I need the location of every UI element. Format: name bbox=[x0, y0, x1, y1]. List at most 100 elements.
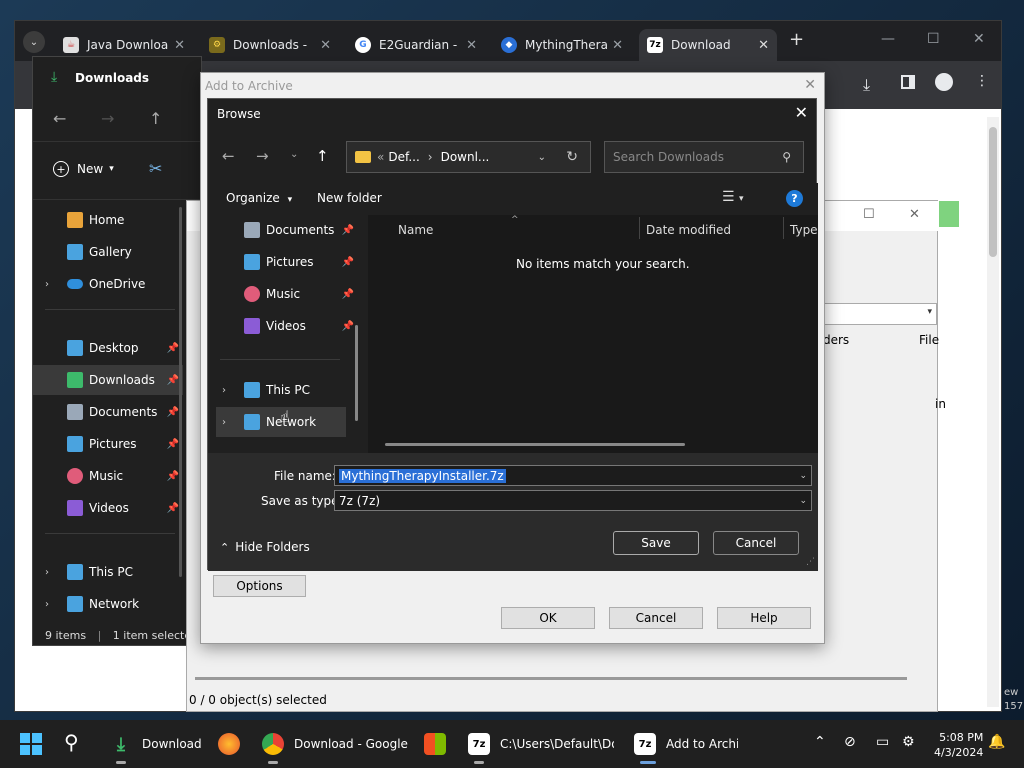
expand-chevron-icon[interactable]: › bbox=[45, 599, 49, 610]
tab-search-button[interactable]: ⌄ bbox=[23, 31, 45, 53]
resize-grip-icon[interactable]: ⋰ bbox=[806, 557, 815, 567]
save-button[interactable]: Save bbox=[613, 531, 699, 555]
tree-item-documents[interactable]: Documents 📌 bbox=[216, 215, 356, 245]
show-hidden-icons[interactable]: ⌃ bbox=[814, 734, 826, 750]
search-icon[interactable]: ⚲ bbox=[64, 730, 79, 754]
taskbar-item-7zip-fm[interactable]: 7z C:\Users\Default\Do bbox=[468, 720, 614, 768]
settings-icon[interactable]: ⚙ bbox=[902, 734, 915, 750]
fm-scrollbar[interactable] bbox=[195, 677, 907, 680]
tab-e2guardian[interactable]: G E2Guardian - ✕ bbox=[347, 29, 485, 61]
clock[interactable]: 5:08 PM 4/3/2024 bbox=[934, 730, 983, 760]
cancel-button[interactable]: Cancel bbox=[609, 607, 703, 629]
organize-button[interactable]: Organize ▾ bbox=[226, 191, 292, 205]
page-scrollbar[interactable] bbox=[987, 117, 999, 707]
back-icon[interactable]: ← bbox=[53, 109, 66, 128]
up-icon[interactable]: ↑ bbox=[316, 147, 329, 165]
nav-item-network[interactable]: › Network bbox=[33, 589, 183, 619]
close-tab-icon[interactable]: ✕ bbox=[466, 38, 477, 53]
profile-icon[interactable] bbox=[935, 73, 953, 91]
cut-icon[interactable]: ✂ bbox=[149, 159, 162, 178]
nav-scrollbar[interactable] bbox=[179, 207, 182, 577]
display-icon[interactable]: ▭ bbox=[876, 734, 889, 750]
expand-chevron-icon[interactable]: › bbox=[45, 567, 49, 578]
nav-item-home[interactable]: Home bbox=[33, 205, 183, 235]
expand-chevron-icon[interactable]: › bbox=[222, 385, 226, 396]
expand-chevron-icon[interactable]: › bbox=[45, 279, 49, 290]
scrollbar-thumb[interactable] bbox=[989, 127, 997, 257]
fm-col-file[interactable]: File bbox=[919, 333, 939, 347]
taskbar-item-chrome[interactable]: Download - Google C bbox=[262, 720, 408, 768]
tree-scrollbar[interactable] bbox=[355, 325, 358, 421]
start-icon[interactable] bbox=[20, 733, 42, 755]
fm-path-combo[interactable]: ▾ bbox=[823, 303, 937, 325]
nav-item-pictures[interactable]: Pictures 📌 bbox=[33, 429, 183, 459]
taskbar-item-explorer[interactable]: ⤓ Download bbox=[110, 720, 204, 768]
breadcrumb-overflow[interactable]: « bbox=[377, 150, 384, 164]
chrome-menu-icon[interactable]: ⋮ bbox=[975, 73, 989, 89]
nav-item-onedrive[interactable]: › OneDrive bbox=[33, 269, 183, 299]
close-tab-icon[interactable]: ✕ bbox=[758, 38, 769, 53]
search-input[interactable]: Search Downloads ⚲ bbox=[604, 141, 804, 173]
address-bar[interactable]: « Def... › Downl... ⌄ ↻ bbox=[346, 141, 591, 173]
tree-item-pictures[interactable]: Pictures 📌 bbox=[216, 247, 356, 277]
column-name[interactable]: Name bbox=[398, 223, 433, 237]
view-options-icon[interactable]: ☰ ▾ bbox=[722, 189, 744, 205]
hide-folders-button[interactable]: ⌃ Hide Folders bbox=[220, 540, 310, 554]
minimize-icon[interactable]: — bbox=[881, 31, 895, 47]
expand-chevron-icon[interactable]: › bbox=[222, 417, 226, 428]
forward-icon[interactable]: → bbox=[256, 147, 269, 165]
fm-maximize-icon[interactable]: ☐ bbox=[863, 207, 875, 222]
recent-locations-icon[interactable]: ⌄ bbox=[290, 149, 298, 160]
taskbar-item-firefox[interactable] bbox=[218, 720, 246, 768]
close-tab-icon[interactable]: ✕ bbox=[320, 38, 331, 53]
help-icon[interactable]: ? bbox=[786, 190, 803, 207]
column-date-modified[interactable]: Date modified bbox=[646, 223, 731, 237]
maximize-icon[interactable]: ☐ bbox=[927, 31, 940, 47]
close-tab-icon[interactable]: ✕ bbox=[174, 38, 185, 53]
nav-item-downloads[interactable]: Downloads 📌 bbox=[33, 365, 183, 395]
download-icon[interactable]: ⤓ bbox=[863, 75, 870, 95]
nav-item-videos[interactable]: Videos 📌 bbox=[33, 493, 183, 523]
tree-item-music[interactable]: Music 📌 bbox=[216, 279, 356, 309]
nav-item-documents[interactable]: Documents 📌 bbox=[33, 397, 183, 427]
new-folder-button[interactable]: New folder bbox=[317, 191, 382, 205]
options-button[interactable]: Options bbox=[213, 575, 306, 597]
tab-download[interactable]: 7z Download ✕ bbox=[639, 29, 777, 61]
refresh-icon[interactable]: ↻ bbox=[566, 149, 578, 165]
chevron-down-icon[interactable]: ⌄ bbox=[799, 471, 807, 481]
close-tab-icon[interactable]: ✕ bbox=[612, 38, 623, 53]
nav-item-gallery[interactable]: Gallery bbox=[33, 237, 183, 267]
fm-close-icon[interactable]: ✕ bbox=[909, 207, 920, 222]
tab-downloads-site[interactable]: ⚙ Downloads - ✕ bbox=[201, 29, 339, 61]
tree-item-videos[interactable]: Videos 📌 bbox=[216, 311, 356, 341]
nav-item-desktop[interactable]: Desktop 📌 bbox=[33, 333, 183, 363]
new-tab-button[interactable]: + bbox=[789, 29, 804, 50]
network-off-icon[interactable]: ⊘ bbox=[844, 734, 856, 750]
up-icon[interactable]: ↑ bbox=[149, 109, 162, 128]
ok-button[interactable]: OK bbox=[501, 607, 595, 629]
forward-icon[interactable]: → bbox=[101, 109, 114, 128]
fm-col-folders[interactable]: ders bbox=[823, 333, 849, 347]
file-name-input[interactable]: MythingTherapyInstaller.7z ⌄ bbox=[334, 465, 812, 486]
back-icon[interactable]: ← bbox=[222, 147, 235, 165]
breadcrumb-downloads[interactable]: Downl... bbox=[441, 150, 490, 164]
chevron-down-icon[interactable]: ⌄ bbox=[538, 152, 546, 163]
breadcrumb-default[interactable]: Def... bbox=[388, 150, 419, 164]
save-as-type-select[interactable]: 7z (7z) ⌄ bbox=[334, 490, 812, 511]
cancel-button[interactable]: Cancel bbox=[713, 531, 799, 555]
tab-mythingtherapy[interactable]: ◆ MythingThera ✕ bbox=[493, 29, 631, 61]
nav-item-music[interactable]: Music 📌 bbox=[33, 461, 183, 491]
nav-item-this-pc[interactable]: › This PC bbox=[33, 557, 183, 587]
taskbar-item-add-to-archive[interactable]: 7z Add to Archi bbox=[634, 720, 738, 768]
notification-bell-icon[interactable]: 🔔 bbox=[988, 734, 1005, 750]
new-button[interactable]: + New ▾ bbox=[53, 161, 114, 177]
close-icon[interactable]: ✕ bbox=[804, 77, 816, 93]
horizontal-scrollbar[interactable] bbox=[385, 443, 685, 446]
close-icon[interactable]: ✕ bbox=[795, 103, 808, 122]
help-button[interactable]: Help bbox=[717, 607, 811, 629]
taskbar-item-store[interactable] bbox=[424, 720, 452, 768]
side-panel-icon[interactable] bbox=[901, 75, 915, 89]
tree-item-this-pc[interactable]: › This PC bbox=[216, 375, 356, 405]
close-window-icon[interactable]: ✕ bbox=[973, 31, 985, 47]
column-type[interactable]: Type bbox=[790, 223, 818, 237]
